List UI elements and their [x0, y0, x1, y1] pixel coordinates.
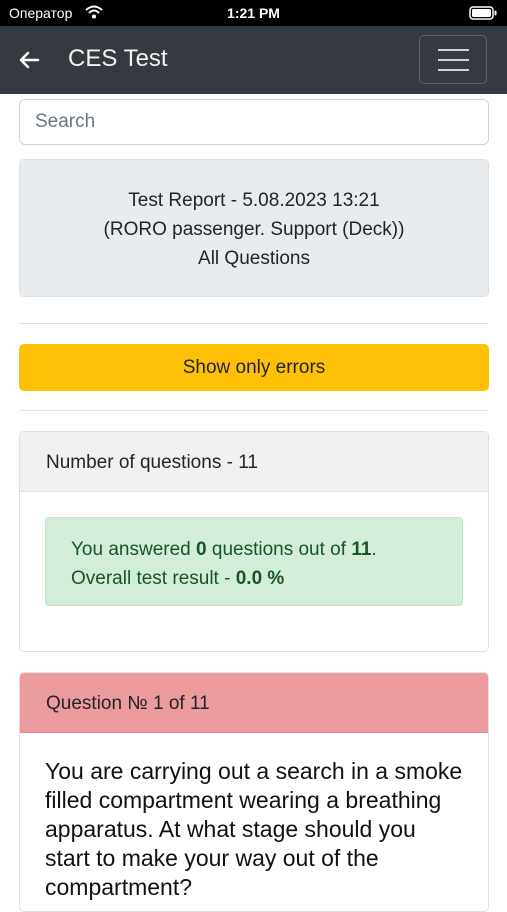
report-scope: All Questions	[198, 248, 310, 269]
divider	[19, 410, 489, 411]
back-arrow-icon[interactable]	[18, 50, 40, 75]
summary-header: Number of questions - 11	[20, 432, 488, 492]
show-only-errors-button[interactable]: Show only errors	[19, 344, 489, 391]
test-report-box: Test Report - 5.08.2023 13:21 (RORO pass…	[19, 159, 489, 297]
answered-count: 0	[196, 539, 207, 560]
battery-icon	[469, 6, 497, 23]
status-bar: Оператор 1:21 PM	[0, 0, 507, 26]
search-input[interactable]	[19, 99, 489, 145]
status-time: 1:21 PM	[227, 5, 280, 21]
result-value: 0.0 %	[235, 568, 285, 589]
navbar: CES Test	[0, 26, 507, 94]
report-category: (RORO passenger. Support (Deck))	[103, 219, 405, 240]
result-alert: You answered 0 questions out of 11. Over…	[45, 517, 463, 606]
result-line: Overall test result - 0.0 %	[71, 568, 285, 589]
page-title: CES Test	[68, 45, 168, 72]
total-count: 11	[351, 539, 372, 560]
question-card: Question № 1 of 11 You are carrying out …	[19, 672, 489, 912]
answered-line: You answered 0 questions out of 11.	[71, 539, 377, 560]
menu-toggle-button[interactable]	[419, 35, 487, 84]
summary-card: Number of questions - 11 You answered 0 …	[19, 431, 489, 652]
report-title: Test Report - 5.08.2023 13:21	[128, 190, 380, 211]
divider	[19, 323, 489, 324]
question-header: Question № 1 of 11	[20, 673, 488, 733]
question-text: You are carrying out a search in a smoke…	[45, 758, 463, 900]
hamburger-icon	[438, 49, 469, 51]
